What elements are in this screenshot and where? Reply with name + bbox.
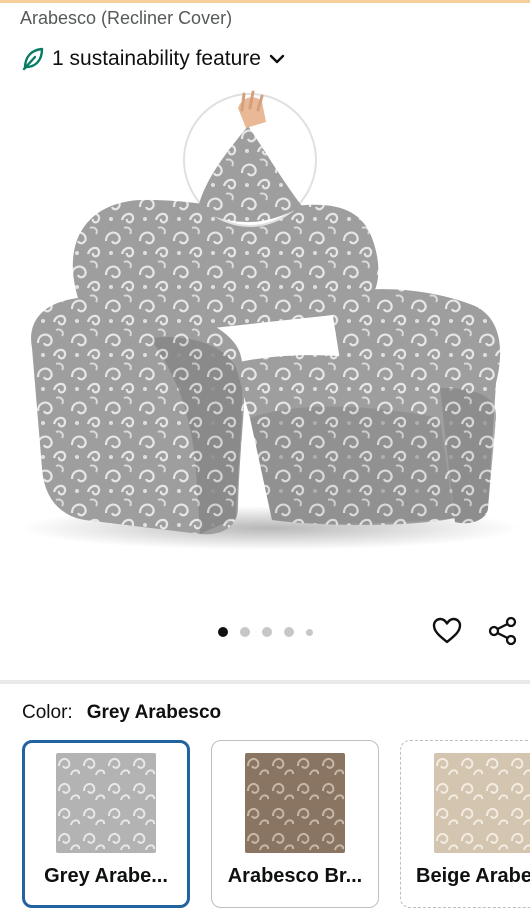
selected-color-value: Grey Arabesco (86, 702, 222, 723)
color-selection-label: Color: Grey Arabesco (22, 702, 221, 724)
color-label: Color: (22, 702, 73, 723)
color-swatch-list: Grey Arabe... Arabesco Br... Beige Arabe (0, 738, 530, 914)
leaf-icon (20, 46, 46, 72)
chevron-down-icon (267, 49, 287, 69)
heart-icon (432, 617, 462, 644)
swatch-thumbnail (56, 753, 156, 853)
carousel-dot[interactable] (261, 627, 272, 637)
recliner-illustration (20, 90, 520, 550)
product-image[interactable] (0, 88, 530, 598)
section-divider (0, 680, 530, 684)
carousel-dot[interactable] (217, 627, 228, 637)
share-icon (488, 616, 517, 646)
color-swatch-arabesco-brown[interactable]: Arabesco Br... (211, 740, 379, 908)
swatch-thumbnail (434, 753, 530, 853)
color-swatch-grey-arabesco[interactable]: Grey Arabe... (22, 740, 190, 908)
swatch-label: Arabesco Br... (227, 865, 363, 887)
color-swatch-beige-arabesco[interactable]: Beige Arabe (400, 740, 530, 908)
carousel-dot[interactable] (239, 627, 250, 637)
swatch-label: Grey Arabe... (44, 865, 168, 887)
swatch-label: Beige Arabe (416, 865, 530, 887)
wishlist-button[interactable] (430, 614, 464, 648)
share-button[interactable] (486, 614, 520, 648)
carousel-dot[interactable] (283, 627, 294, 637)
sustainability-feature-toggle[interactable]: 1 sustainability feature (20, 44, 287, 74)
top-accent-strip (0, 0, 530, 3)
sustainability-feature-label: 1 sustainability feature (52, 47, 261, 70)
swatch-thumbnail (245, 753, 345, 853)
product-subtitle: Arabesco (Recliner Cover) (20, 8, 233, 28)
carousel-dot[interactable] (305, 628, 313, 636)
